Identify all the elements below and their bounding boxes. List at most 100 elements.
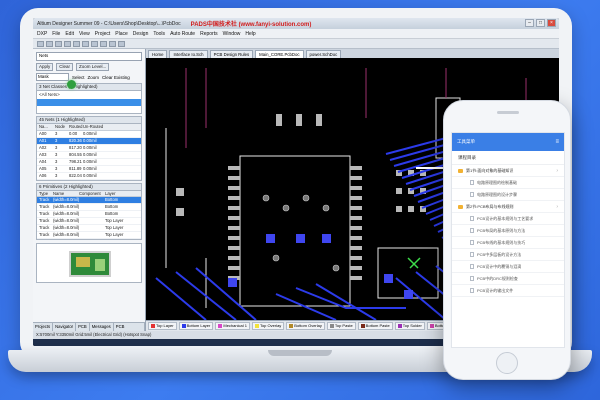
doc-tab[interactable]: Interface Io.Sch	[169, 50, 208, 58]
open-folder-icon[interactable]	[46, 40, 53, 47]
primitive-row[interactable]: Track (width=8.0mil) Bottom	[37, 211, 141, 218]
zoom-in-icon[interactable]	[73, 40, 80, 47]
menu-item-reports[interactable]: Reports	[200, 31, 218, 37]
col-node[interactable]: Node	[55, 124, 69, 130]
course-lesson[interactable]: PCB设计中的覆铜与泪滴	[452, 261, 564, 273]
course-lesson[interactable]: 电路原理图的绘制基础	[452, 177, 564, 189]
col-type[interactable]: Type	[37, 191, 53, 197]
primitive-row[interactable]: Track (width=8.0mil) Top Layer	[37, 232, 141, 239]
menu-item-dxp[interactable]: DXP	[37, 31, 47, 37]
panel-tab[interactable]: Navigator	[53, 323, 77, 331]
col-unrouted[interactable]: Un-Routed	[83, 124, 141, 130]
net-row[interactable]: A05 3 811.89 0.00mil	[37, 166, 141, 173]
panel-tab[interactable]: PCB	[76, 323, 90, 331]
panel-buttons: Apply Clear Zoom Level...	[36, 63, 142, 71]
panel-tab[interactable]: Messages	[90, 323, 114, 331]
menu-item-place[interactable]: Place	[115, 31, 128, 37]
menu-item-tools[interactable]: Tools	[153, 31, 165, 37]
clear-button[interactable]: Clear	[56, 63, 74, 71]
col-layer[interactable]: Layer	[105, 191, 141, 197]
panel-tab[interactable]: PCB Inspector	[114, 323, 145, 331]
menu-item-auto-route[interactable]: Auto Route	[170, 31, 195, 37]
menu-item-design[interactable]: Design	[133, 31, 149, 37]
course-lesson[interactable]: PCB布线的基本规则与技巧	[452, 237, 564, 249]
doc-tab[interactable]: Home	[148, 50, 168, 58]
primitive-row[interactable]: Track (width=8.0mil) Top Layer	[37, 218, 141, 225]
doc-tab[interactable]: power.SchDoc	[305, 50, 342, 58]
mask-select[interactable]: Mask	[36, 73, 69, 81]
board-preview[interactable]	[36, 243, 142, 283]
menu-item-project[interactable]: Project	[95, 31, 111, 37]
primitive-cell: (width=8.0mil)	[53, 204, 80, 209]
zoom-out-icon[interactable]	[82, 40, 89, 47]
net-row[interactable]: A03 3 804.55 0.00mil	[37, 152, 141, 159]
layer-tab[interactable]: Top Overlay	[251, 322, 285, 330]
layer-tab-label: Bottom Paste	[365, 323, 390, 328]
laptop-notch	[268, 350, 332, 356]
route-icon[interactable]	[109, 40, 116, 47]
net-row[interactable]: A06 3 822.04 0.00mil	[37, 173, 141, 180]
layer-tab[interactable]: Bottom Layer	[178, 322, 214, 330]
home-button[interactable]	[496, 352, 518, 374]
course-section[interactable]: 第1节:面向对象的基础知识 ›	[452, 165, 564, 177]
primitive-row[interactable]: Track (width=8.0mil) Bottom	[37, 197, 141, 204]
close-icon[interactable]: ×	[547, 19, 556, 27]
phone-speaker	[497, 111, 519, 114]
col-name[interactable]: Na...	[37, 124, 55, 130]
doc-tab[interactable]: PCB Design Rules	[209, 50, 254, 58]
course-lesson[interactable]: 电路原理图的设计步骤	[452, 189, 564, 201]
layer-tab[interactable]: Bottom Paste	[357, 322, 393, 330]
course-lesson[interactable]: PCB中的DRC规则检查	[452, 273, 564, 285]
layer-tab-label: Bottom Layer	[186, 323, 211, 328]
layer-tab[interactable]: Top Paste	[326, 322, 356, 330]
new-file-icon[interactable]	[37, 40, 44, 47]
layer-tab[interactable]: Top Solder	[394, 322, 425, 330]
net-row[interactable]: A00 3 0.00 0.00mil	[37, 131, 141, 138]
primitive-row[interactable]: Track (width=8.0mil) Top Layer	[37, 225, 141, 232]
course-item-label: PCB设计的基本规则与工艺要求	[477, 215, 534, 221]
hamburger-menu-icon[interactable]: ≡	[555, 139, 559, 145]
menu-item-window[interactable]: Window	[223, 31, 241, 37]
course-section[interactable]: 第2节:PCB布局与布线规则 ›	[452, 201, 564, 213]
menu-item-file[interactable]: File	[52, 31, 60, 37]
net-row[interactable]: A01 3 820.36 0.00mil	[37, 137, 141, 145]
course-lesson[interactable]: PCB中多层板的设计方法	[452, 249, 564, 261]
layer-tab[interactable]: Top Layer	[148, 322, 177, 330]
layer-color-swatch	[289, 324, 294, 328]
primitive-row[interactable]: Track (width=8.0mil) Bottom	[37, 204, 141, 211]
panel-tab[interactable]: Projects	[33, 323, 54, 331]
net-class-item[interactable]: <All Nets>	[39, 92, 60, 97]
net-row[interactable]: A02 3 817.20 0.00mil	[37, 145, 141, 152]
via-icon[interactable]	[118, 40, 125, 47]
primitives-header: 6 Primitives (2 Highlighted)	[36, 182, 142, 191]
course-item-label: PCB设计的输出文件	[477, 287, 514, 293]
net-row[interactable]: A04 3 798.21 0.00mil	[37, 159, 141, 166]
apply-button[interactable]: Apply	[36, 63, 54, 71]
menu-item-edit[interactable]: Edit	[65, 31, 74, 37]
col-routed[interactable]: Routed	[69, 124, 83, 130]
redo-icon[interactable]	[100, 40, 107, 47]
col-prim-name[interactable]: Name	[53, 191, 79, 197]
layer-color-swatch	[181, 324, 186, 328]
minimize-icon[interactable]: –	[525, 19, 534, 27]
course-lesson[interactable]: PCB设计的基本规则与工艺要求	[452, 213, 564, 225]
clear-existing-checkbox[interactable]: Clear Existing	[102, 75, 130, 80]
course-lesson[interactable]: PCB设计的输出文件	[452, 285, 564, 297]
course-lesson[interactable]: PCB布局的基本原则与方法	[452, 225, 564, 237]
layer-tab[interactable]: Mechanical 1	[215, 322, 250, 330]
layer-tab[interactable]: Bottom Overlay	[286, 322, 325, 330]
net-cell: 822.04	[69, 172, 82, 178]
zoom-level-button[interactable]: Zoom Level...	[76, 63, 110, 71]
doc-tab[interactable]: Main_CORE.PcbDoc	[255, 50, 304, 58]
menu-item-view[interactable]: View	[79, 31, 90, 37]
net-class-highlight[interactable]	[37, 99, 141, 106]
maximize-icon[interactable]: □	[536, 19, 545, 27]
zoom-checkbox[interactable]: Zoom	[88, 75, 100, 80]
panel-filter-select[interactable]: Nets	[36, 52, 142, 61]
menu-item-help[interactable]: Help	[245, 31, 255, 37]
select-checkbox[interactable]: Select	[72, 75, 85, 80]
print-icon[interactable]	[64, 40, 71, 47]
undo-icon[interactable]	[91, 40, 98, 47]
save-icon[interactable]	[55, 40, 62, 47]
col-component[interactable]: Component	[79, 191, 105, 197]
